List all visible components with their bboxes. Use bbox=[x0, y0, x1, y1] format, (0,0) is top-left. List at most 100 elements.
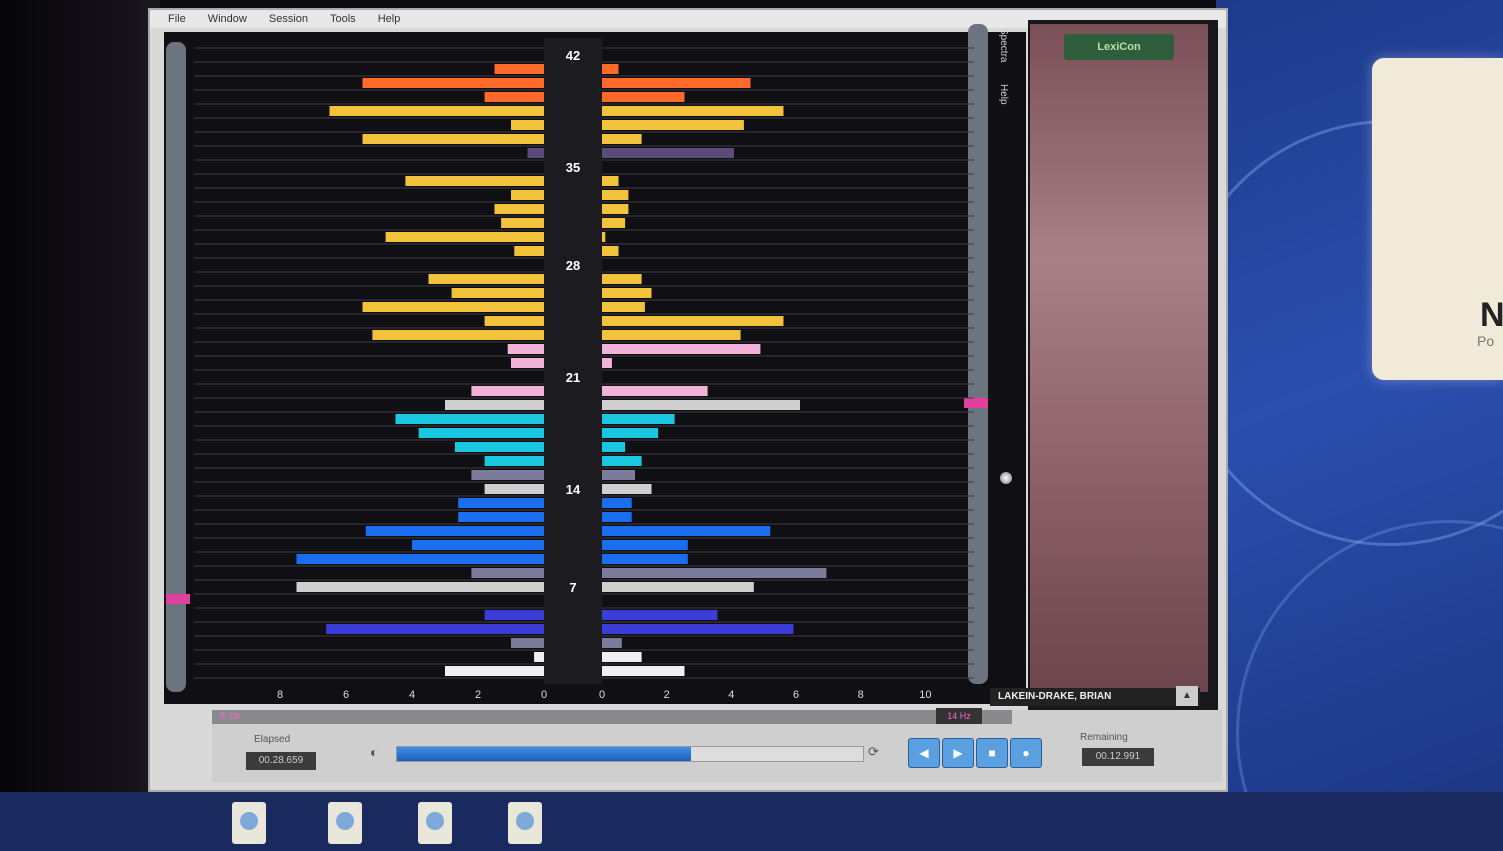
playback-progress-fill bbox=[397, 747, 691, 761]
bar-left bbox=[362, 134, 544, 144]
bar-left bbox=[484, 456, 544, 466]
taskbar-app-icon[interactable] bbox=[232, 802, 266, 844]
stop-button[interactable]: ■ bbox=[976, 738, 1008, 768]
bar-left bbox=[494, 204, 544, 214]
x-tick-label: 2 bbox=[664, 689, 670, 701]
notification-popup[interactable]: N Po bbox=[1372, 58, 1503, 380]
bar-left bbox=[329, 106, 544, 116]
bar-right bbox=[602, 120, 744, 130]
bar-right bbox=[602, 400, 800, 410]
app-window: File Window Session Tools Help 42 35 28 21 1… bbox=[148, 8, 1228, 792]
menu-tools[interactable]: Tools bbox=[330, 10, 356, 28]
bar-left bbox=[365, 526, 544, 536]
bar-right bbox=[602, 484, 652, 494]
taskbar-file-icon[interactable] bbox=[418, 802, 452, 844]
bar-left bbox=[372, 330, 544, 340]
elapsed-label: Elapsed bbox=[254, 734, 291, 745]
bar-left bbox=[445, 400, 544, 410]
x-tick-label: 8 bbox=[277, 689, 283, 701]
x-tick-label: 6 bbox=[343, 689, 349, 701]
bar-right bbox=[602, 344, 761, 354]
bar-left bbox=[484, 316, 544, 326]
x-tick-label: 2 bbox=[475, 689, 481, 701]
frequency-tag: 14 Hz bbox=[936, 708, 982, 724]
bar-right bbox=[602, 92, 685, 102]
record-button[interactable]: ● bbox=[1010, 738, 1042, 768]
bar-right bbox=[602, 232, 606, 242]
brand-panel bbox=[1030, 24, 1208, 692]
monitor-bezel-left bbox=[0, 0, 160, 851]
side-tabs: Spectra Help bbox=[998, 28, 1022, 168]
bar-left bbox=[362, 302, 544, 312]
row-marker-label: 35 bbox=[566, 160, 580, 175]
taskbar-document-icon[interactable] bbox=[508, 802, 542, 844]
taskbar-file-icon[interactable] bbox=[328, 802, 362, 844]
menu-file[interactable]: File bbox=[168, 10, 186, 28]
bar-left bbox=[405, 176, 544, 186]
taskbar bbox=[0, 792, 1503, 851]
bar-left bbox=[296, 582, 544, 592]
x-tick-label: 6 bbox=[793, 689, 799, 701]
bar-left bbox=[471, 386, 544, 396]
menu-session[interactable]: Session bbox=[269, 10, 308, 28]
x-tick-label: 0 bbox=[541, 689, 547, 701]
bar-right bbox=[602, 302, 645, 312]
bar-right bbox=[602, 666, 685, 676]
remaining-value: 00.12.991 bbox=[1082, 748, 1154, 766]
bar-right bbox=[602, 540, 688, 550]
bar-left bbox=[484, 92, 544, 102]
bar-right bbox=[602, 470, 635, 480]
bar-left bbox=[471, 568, 544, 578]
bar-left bbox=[454, 442, 544, 452]
speaker-icon[interactable]: ◐ bbox=[370, 744, 378, 760]
bar-left bbox=[511, 190, 544, 200]
menu-help[interactable]: Help bbox=[378, 10, 401, 28]
menu-window[interactable]: Window bbox=[208, 10, 247, 28]
row-marker-label: 28 bbox=[566, 258, 580, 273]
playback-progress-bar[interactable] bbox=[396, 746, 864, 762]
bar-right bbox=[602, 512, 632, 522]
mirrored-bar-chart: 423528211478 6 4 2 0 0 2 4 6 8 10 bbox=[194, 38, 974, 701]
bar-right bbox=[602, 582, 754, 592]
bar-left bbox=[458, 498, 544, 508]
row-marker-label: 21 bbox=[566, 370, 580, 385]
loop-icon[interactable]: ⟳ bbox=[868, 744, 879, 760]
bar-left bbox=[511, 358, 544, 368]
x-tick-label: 10 bbox=[919, 689, 931, 701]
x-tick-label: 4 bbox=[409, 689, 415, 701]
bar-right bbox=[602, 316, 784, 326]
bar-left bbox=[527, 148, 544, 158]
bar-right bbox=[602, 568, 827, 578]
row-marker-label: 42 bbox=[566, 48, 580, 63]
bar-right bbox=[602, 638, 622, 648]
row-marker-label: 14 bbox=[566, 482, 581, 497]
bar-left bbox=[484, 610, 544, 620]
bar-right bbox=[602, 526, 771, 536]
x-tick-label: 0 bbox=[599, 689, 605, 701]
left-tag: II. 0b bbox=[220, 711, 241, 721]
bar-left bbox=[484, 484, 544, 494]
left-slider-thumb[interactable] bbox=[166, 594, 190, 604]
x-tick-label: 8 bbox=[858, 689, 864, 701]
bar-right bbox=[602, 106, 784, 116]
bar-left bbox=[412, 540, 544, 550]
bar-left bbox=[362, 78, 544, 88]
bar-left bbox=[471, 470, 544, 480]
brand-logo: LexiCon bbox=[1064, 34, 1174, 60]
bar-right bbox=[602, 288, 652, 298]
bar-right bbox=[602, 218, 626, 228]
bar-right bbox=[602, 204, 629, 214]
play-button[interactable]: ▶ bbox=[942, 738, 974, 768]
track-name: LAKEIN-DRAKE, BRIAN bbox=[990, 688, 1200, 706]
eject-icon[interactable]: ▲ bbox=[1176, 686, 1198, 706]
bar-left bbox=[385, 232, 544, 242]
bar-right bbox=[602, 148, 734, 158]
tab-spectra[interactable]: Spectra bbox=[998, 28, 1009, 62]
rewind-button[interactable]: ◀ bbox=[908, 738, 940, 768]
bar-right bbox=[602, 652, 642, 662]
bar-left bbox=[428, 274, 544, 284]
bar-right bbox=[602, 176, 619, 186]
tab-help[interactable]: Help bbox=[998, 84, 1009, 105]
control-strip bbox=[212, 710, 1012, 724]
bar-right bbox=[602, 624, 794, 634]
